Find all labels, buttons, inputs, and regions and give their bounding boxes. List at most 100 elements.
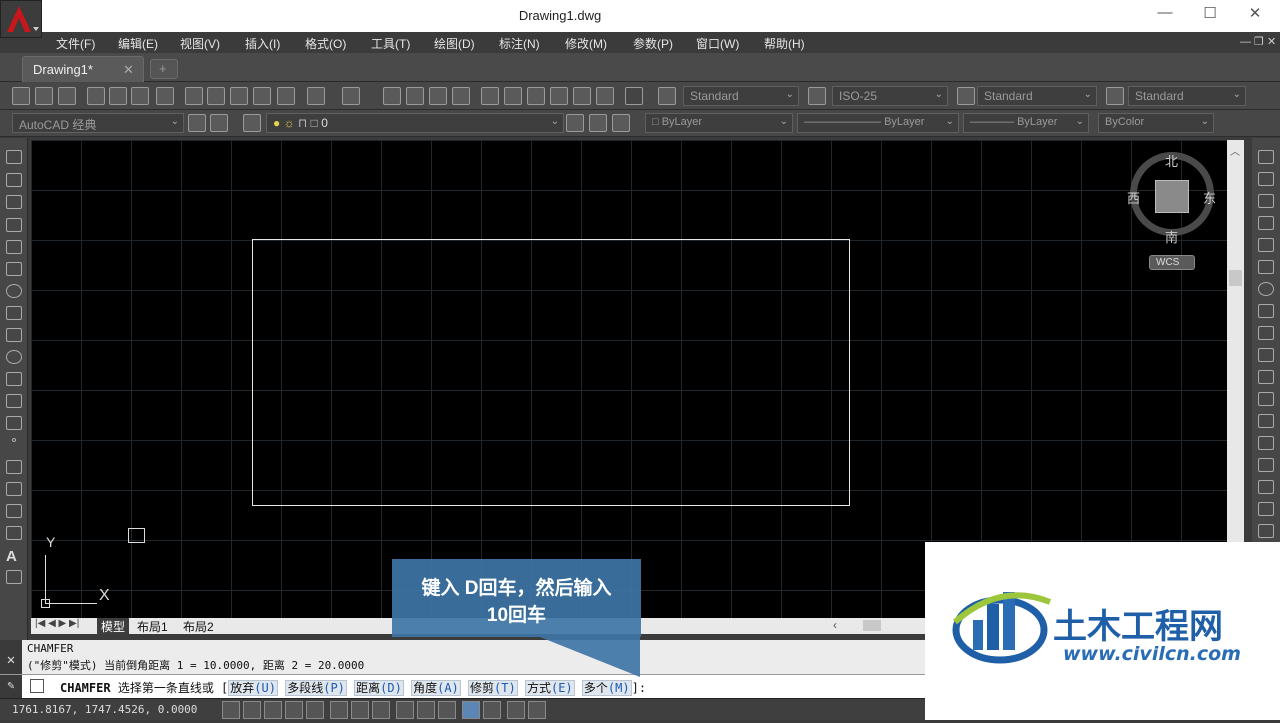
help-icon[interactable]: [625, 87, 643, 105]
3d-dwf-icon[interactable]: [156, 87, 174, 105]
menu-edit[interactable]: 编辑(E): [118, 35, 158, 52]
close-button[interactable]: ✕: [1240, 4, 1270, 26]
plot-icon[interactable]: [87, 87, 105, 105]
tab-layout2[interactable]: 布局2: [183, 618, 214, 635]
menu-help[interactable]: 帮助(H): [764, 35, 805, 52]
menu-insert[interactable]: 插入(I): [245, 35, 280, 52]
layer-select[interactable]: ● ☼ ⊓ □ 0 ⌄: [266, 113, 564, 133]
menu-modify[interactable]: 修改(M): [565, 35, 607, 52]
stretch-icon[interactable]: [1258, 326, 1274, 340]
move-icon[interactable]: [1258, 260, 1274, 274]
ortho-mode-icon[interactable]: [285, 701, 303, 719]
lineweight-select[interactable]: ———— ByLayer ⌄: [963, 113, 1089, 133]
annotation-monitor-icon[interactable]: [528, 701, 546, 719]
menu-tools[interactable]: 工具(T): [371, 35, 410, 52]
copy-icon[interactable]: [207, 87, 225, 105]
option-undo[interactable]: 放弃(U): [228, 680, 278, 696]
fillet-icon[interactable]: [1258, 480, 1274, 494]
layout-nav-arrows[interactable]: |◀ ◀ ▶ ▶|: [35, 618, 79, 629]
undo-icon[interactable]: [307, 87, 325, 105]
option-distance[interactable]: 距离(D): [354, 680, 404, 696]
quickcalc-icon[interactable]: [596, 87, 614, 105]
extend-icon[interactable]: [1258, 370, 1274, 384]
compass-south[interactable]: 南: [1165, 227, 1178, 246]
zoom-realtime-icon[interactable]: [406, 87, 424, 105]
erase-icon[interactable]: [1258, 150, 1274, 164]
linetype-select[interactable]: ——————— ByLayer ⌄: [797, 113, 959, 133]
layer-previous-icon[interactable]: [589, 114, 607, 132]
plot-preview-icon[interactable]: [109, 87, 127, 105]
chamfer-icon[interactable]: [1258, 458, 1274, 472]
selection-cycling-icon[interactable]: [507, 701, 525, 719]
ucs-menu-button[interactable]: WCS: [1149, 255, 1195, 270]
tool-palettes-icon[interactable]: [527, 87, 545, 105]
rectangle-icon[interactable]: [6, 240, 22, 254]
close-command-icon[interactable]: ✕: [0, 640, 22, 674]
option-trim[interactable]: 修剪(T): [468, 680, 518, 696]
spline-icon[interactable]: [6, 328, 22, 342]
tab-model[interactable]: 模型: [97, 618, 130, 635]
pan-icon[interactable]: [383, 87, 401, 105]
wrench-icon[interactable]: ✎: [0, 675, 22, 698]
properties-icon[interactable]: [481, 87, 499, 105]
new-tab-button[interactable]: +: [150, 59, 178, 79]
plotstyle-select[interactable]: ByColor ⌄: [1098, 113, 1214, 133]
workspace-settings-icon[interactable]: [188, 114, 206, 132]
doc-window-controls[interactable]: — ❐ ✕: [1240, 35, 1276, 48]
line-icon[interactable]: [6, 150, 22, 164]
object-snap-icon[interactable]: [330, 701, 348, 719]
make-block-icon[interactable]: [6, 416, 22, 430]
save-icon[interactable]: [58, 87, 76, 105]
dim-style-select[interactable]: ISO-25 ⌄: [832, 86, 948, 106]
dim-style-icon[interactable]: [808, 87, 826, 105]
new-file-icon[interactable]: [12, 87, 30, 105]
transparency-icon[interactable]: [462, 701, 480, 719]
recent-commands-icon[interactable]: [30, 679, 44, 693]
menu-format[interactable]: 格式(O): [305, 35, 346, 52]
menu-draw[interactable]: 绘图(D): [434, 35, 475, 52]
command-prompt[interactable]: CHAMFER 选择第一条直线或 [放弃(U) 多段线(P) 距离(D) 角度(…: [60, 679, 646, 696]
open-file-icon[interactable]: [35, 87, 53, 105]
scroll-thumb[interactable]: [1229, 270, 1242, 286]
offset-icon[interactable]: [1258, 216, 1274, 230]
sheet-set-icon[interactable]: [550, 87, 568, 105]
design-center-icon[interactable]: [504, 87, 522, 105]
hatch-icon[interactable]: [6, 460, 22, 474]
viewcube-top-face[interactable]: [1155, 180, 1189, 213]
drawn-rectangle[interactable]: [252, 239, 850, 506]
polar-tracking-icon[interactable]: [306, 701, 324, 719]
scroll-up-icon[interactable]: ︿: [1230, 143, 1240, 158]
mleader-style-select[interactable]: Standard ⌄: [1128, 86, 1246, 106]
match-properties-icon[interactable]: [253, 87, 271, 105]
layer-state-icon[interactable]: [612, 114, 630, 132]
region-icon[interactable]: [6, 504, 22, 518]
workspace-select[interactable]: AutoCAD 经典 ⌄: [12, 113, 184, 133]
ellipse-icon[interactable]: [6, 350, 22, 364]
circle-icon[interactable]: [6, 284, 22, 298]
copy-object-icon[interactable]: [1258, 172, 1274, 186]
block-editor-icon[interactable]: [277, 87, 295, 105]
zoom-previous-icon[interactable]: [452, 87, 470, 105]
option-method[interactable]: 方式(E): [524, 680, 575, 696]
array-icon[interactable]: [1258, 238, 1274, 252]
layer-manager-icon[interactable]: [243, 114, 261, 132]
minimize-button[interactable]: —: [1150, 4, 1180, 26]
grid-display-icon[interactable]: [264, 701, 282, 719]
compass-north[interactable]: 北: [1165, 151, 1178, 170]
ellipse-arc-icon[interactable]: [6, 372, 22, 386]
zoom-window-icon[interactable]: [429, 87, 447, 105]
application-menu-button[interactable]: [0, 0, 42, 38]
text-style-icon[interactable]: [658, 87, 676, 105]
quick-properties-icon[interactable]: [483, 701, 501, 719]
make-current-layer-icon[interactable]: [566, 114, 584, 132]
scroll-left-icon[interactable]: ‹: [833, 618, 837, 632]
insert-block-icon[interactable]: [6, 394, 22, 408]
cut-icon[interactable]: [185, 87, 203, 105]
break-icon[interactable]: [1258, 414, 1274, 428]
menu-parametric[interactable]: 参数(P): [633, 35, 673, 52]
table-style-icon[interactable]: [957, 87, 975, 105]
redo-icon[interactable]: [342, 87, 360, 105]
dynamic-ucs-icon[interactable]: [396, 701, 414, 719]
revision-cloud-icon[interactable]: [6, 306, 22, 320]
option-angle[interactable]: 角度(A): [411, 680, 461, 696]
